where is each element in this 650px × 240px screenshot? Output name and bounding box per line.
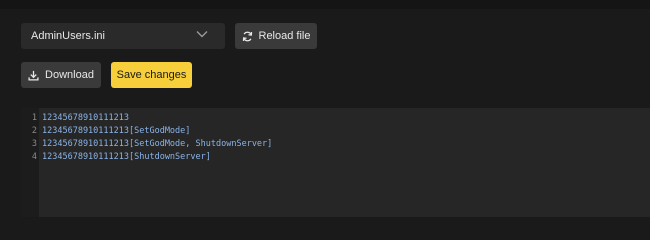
code-line: 12345678910111213	[42, 113, 129, 123]
line-number: 1	[31, 113, 37, 123]
reload-file-button[interactable]: Reload file	[235, 23, 317, 49]
line-number: 4	[31, 152, 37, 162]
code-line: 12345678910111213[SetGodMode]	[42, 126, 191, 136]
refresh-icon	[242, 31, 252, 41]
download-button[interactable]: Download	[21, 62, 101, 88]
chevron-down-icon	[196, 31, 208, 38]
line-number: 3	[31, 139, 37, 149]
save-changes-button[interactable]: Save changes	[111, 62, 192, 88]
code-line: 12345678910111213[ShutdownServer]	[42, 152, 211, 162]
reload-file-label: Reload file	[258, 30, 311, 42]
code-line: 12345678910111213[SetGodMode, ShutdownSe…	[42, 139, 273, 149]
code-editor[interactable]: 1 12345678910111213 2 12345678910111213[…	[21, 108, 650, 217]
top-bar	[0, 0, 650, 9]
download-label: Download	[45, 69, 94, 81]
file-select-dropdown[interactable]: AdminUsers.ini	[21, 23, 225, 49]
line-number: 2	[31, 126, 37, 136]
file-select-value: AdminUsers.ini	[31, 30, 105, 42]
save-changes-label: Save changes	[116, 69, 187, 81]
download-icon	[28, 70, 39, 81]
